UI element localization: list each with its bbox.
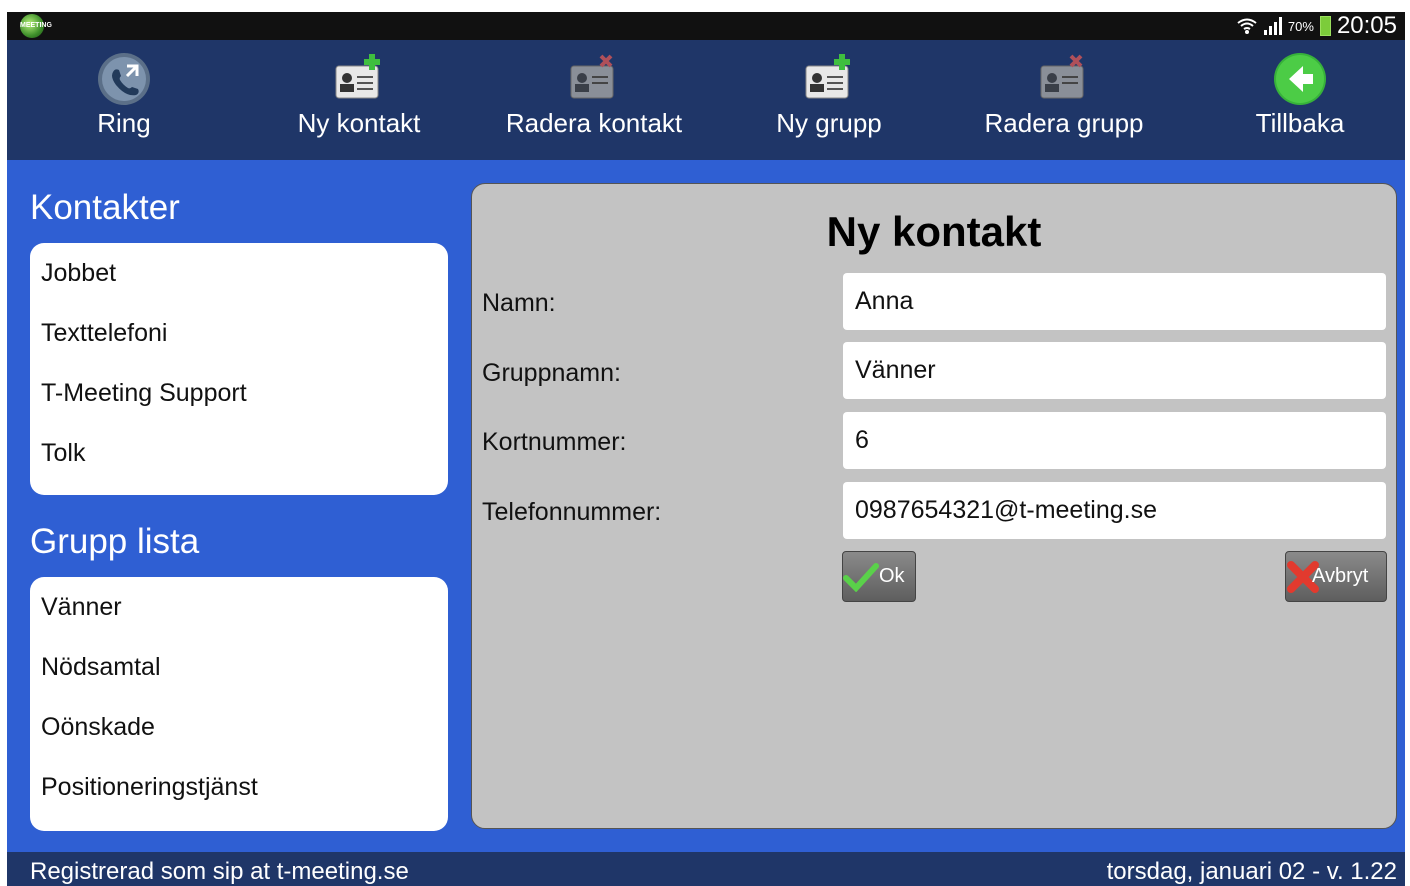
list-item[interactable]: Texttelefoni [30, 303, 448, 363]
new-contact-button[interactable]: Ny kontakt [259, 40, 459, 160]
groups-title: Grupp lista [30, 522, 200, 561]
back-button[interactable]: Tillbaka [1200, 40, 1400, 160]
group-card-add-icon [805, 54, 850, 99]
status-bar: MEETING 70% 20:05 [7, 12, 1405, 40]
name-field[interactable] [843, 273, 1386, 330]
ring-button[interactable]: Ring [24, 40, 224, 160]
phone-call-icon [98, 53, 150, 105]
list-item[interactable]: T-Meeting Support [30, 363, 448, 423]
phone-number-label: Telefonnummer: [482, 498, 662, 526]
delete-contact-label: Radera kontakt [505, 108, 683, 138]
new-group-button[interactable]: Ny grupp [729, 40, 929, 160]
main-area: Kontakter Jobbet Texttelefoni T-Meeting … [7, 160, 1405, 852]
delete-group-label: Radera grupp [984, 108, 1144, 138]
list-item[interactable]: Oönskade [30, 697, 448, 757]
footer: Registrerad som sip at t-meeting.se tors… [7, 852, 1405, 886]
ring-label: Ring [97, 108, 151, 138]
cancel-button[interactable]: Avbryt [1285, 551, 1387, 602]
list-item[interactable]: Tolk [30, 423, 448, 483]
list-item[interactable]: Jobbet [30, 243, 448, 303]
date-version: torsdag, januari 02 - v. 1.22 [1106, 858, 1397, 885]
ok-button[interactable]: Ok [842, 551, 916, 602]
wifi-icon [1237, 18, 1257, 34]
group-name-field[interactable] [843, 342, 1386, 399]
arrow-back-icon [1274, 53, 1326, 105]
list-item[interactable]: Nödsamtal [30, 637, 448, 697]
checkmark-icon [843, 562, 879, 592]
contacts-title: Kontakter [30, 188, 180, 227]
contacts-list: Jobbet Texttelefoni T-Meeting Support To… [30, 243, 448, 495]
contact-card-add-icon [335, 54, 380, 99]
status-indicators: 70% 20:05 [1236, 12, 1397, 40]
contact-card-delete-icon [570, 54, 614, 99]
phone-number-field[interactable] [843, 482, 1386, 539]
delete-group-button[interactable]: Radera grupp [964, 40, 1164, 160]
registration-status: Registrerad som sip at t-meeting.se [30, 858, 409, 885]
group-name-label: Gruppnamn: [482, 359, 621, 387]
short-number-label: Kortnummer: [482, 428, 627, 456]
group-card-delete-icon [1040, 54, 1084, 99]
back-label: Tillbaka [1255, 108, 1345, 138]
form-title: Ny kontakt [826, 208, 1042, 255]
toolbar: Ring Ny kontakt Radera kontakt Ny grupp … [7, 40, 1405, 160]
new-group-label: Ny grupp [776, 108, 882, 138]
new-contact-label: Ny kontakt [297, 108, 421, 138]
new-contact-form: Ny kontakt Namn: Gruppnamn: Kortnummer: … [471, 183, 1397, 829]
t-meeting-logo-icon: MEETING [20, 14, 52, 38]
cancel-label: Avbryt [1312, 565, 1369, 587]
list-item[interactable]: Positioneringstjänst [30, 757, 448, 817]
ok-label: Ok [879, 565, 905, 587]
battery-icon [1319, 16, 1331, 36]
list-item[interactable]: Vänner [30, 577, 448, 637]
delete-contact-button[interactable]: Radera kontakt [494, 40, 694, 160]
short-number-field[interactable] [843, 412, 1386, 469]
name-label: Namn: [482, 289, 556, 317]
battery-percent: 70% [1287, 18, 1314, 34]
signal-icon [1263, 17, 1282, 35]
groups-list: Vänner Nödsamtal Oönskade Positionerings… [30, 577, 448, 831]
clock: 20:05 [1336, 12, 1397, 39]
